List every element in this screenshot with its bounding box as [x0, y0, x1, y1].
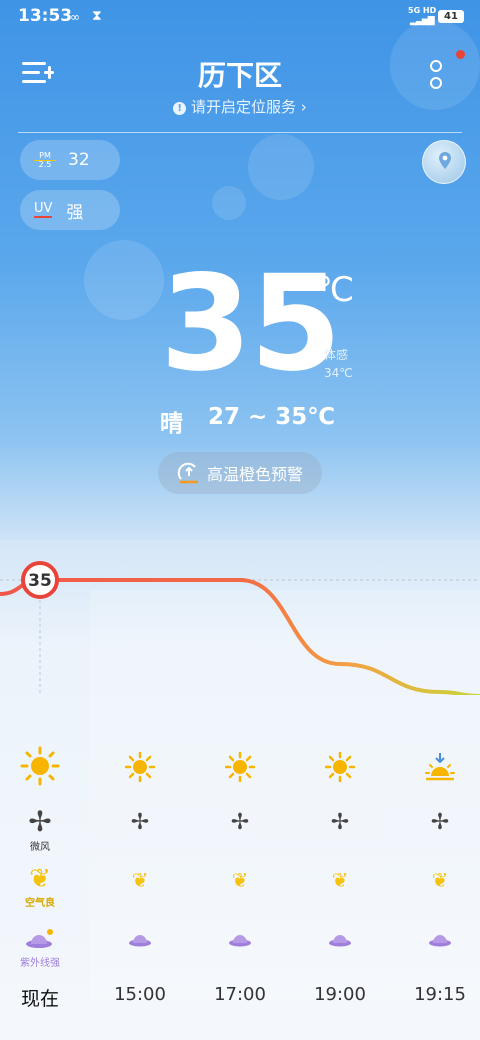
temperature-unit: ℃ [316, 270, 355, 310]
sunset-icon [400, 752, 480, 786]
bokeh [248, 134, 314, 200]
pm25-pill[interactable]: PM 2.5 32 [20, 140, 120, 180]
battery-indicator: 41 [438, 10, 464, 23]
aqi-label: 空气良 [25, 898, 55, 909]
hourglass-icon: ⧗ [92, 8, 102, 24]
leaf-icon: ❦ [29, 864, 51, 894]
bokeh [84, 240, 164, 320]
leaf-icon: ❦ [131, 868, 149, 892]
wind-cell-now: ✢ 微风 [0, 805, 80, 854]
fan-icon: ✢ [330, 810, 350, 835]
network-indicator: 5G HD [408, 6, 437, 15]
leaf-icon: ❦ [331, 868, 349, 892]
divider [18, 132, 462, 133]
city-title: 历下区 [197, 59, 282, 92]
pm25-label-bottom: 2.5 [38, 159, 52, 169]
fan-icon: ✢ [230, 810, 250, 835]
time-label: 现在 [20, 988, 59, 1010]
signal-icon: ▂▃▅▇ [410, 16, 435, 26]
fan-icon: ✢ [430, 810, 450, 835]
time-label: 19:15 [414, 984, 466, 1005]
temperature-line [0, 578, 480, 695]
sun-icon [100, 751, 180, 786]
wind-label: 微风 [30, 842, 50, 853]
fan-icon: ✢ [130, 810, 150, 835]
current-temperature: 35 [160, 247, 342, 401]
uv-cell-now: 紫外线强 [0, 926, 80, 969]
pm25-value: 32 [68, 150, 90, 170]
map-button[interactable] [422, 140, 466, 184]
uv-strength-label: 紫外线强 [20, 958, 60, 969]
temperature-chart: 35 [0, 561, 480, 695]
thermometer-alert-icon [177, 462, 198, 484]
feels-like-value: 34℃ [324, 366, 353, 380]
uv-value: 强 [66, 202, 84, 223]
current-temp-marker-label: 35 [28, 571, 52, 591]
leaf-icon: ❦ [431, 868, 449, 892]
sun-hat-icon [300, 930, 380, 952]
fan-icon: ✢ [28, 805, 52, 838]
uv-pill[interactable]: UV 强 [20, 190, 120, 230]
sun-hat-icon [100, 930, 180, 952]
sun-hat-icon [400, 930, 480, 952]
time-label: 15:00 [114, 984, 166, 1005]
link-icon: ∞ [70, 10, 80, 24]
location-service-label: 请开启定位服务 [190, 98, 296, 116]
location-service-link[interactable]: ! 请开启定位服务 › [0, 96, 480, 117]
high-temperature-alert-button[interactable]: 高温橙色预警 [158, 452, 322, 494]
notification-dot [456, 50, 465, 59]
bokeh [212, 186, 246, 220]
alert-label: 高温橙色预警 [206, 465, 303, 484]
status-time: 13:53 [18, 6, 73, 26]
sun-icon [300, 751, 380, 786]
sun-hat-icon [26, 929, 53, 948]
weather-condition: 晴 [160, 411, 183, 437]
info-icon: ! [173, 102, 187, 115]
sun-icon [200, 751, 280, 786]
more-options-button[interactable] [430, 60, 442, 89]
pm25-icon: PM 2.5 [34, 151, 56, 169]
chevron-right-icon: › [300, 98, 307, 116]
uv-label: UV [34, 201, 53, 219]
sun-icon [0, 746, 80, 790]
aqi-cell-now: ❦ 空气良 [0, 866, 80, 909]
time-label: 19:00 [314, 984, 366, 1005]
location-pin-icon [439, 152, 451, 169]
temperature-range: 27 ~ 35℃ [208, 404, 336, 430]
time-label: 17:00 [214, 984, 266, 1005]
leaf-icon: ❦ [231, 868, 249, 892]
feels-like-label: 体感 [324, 348, 349, 362]
sun-hat-icon [200, 930, 280, 952]
